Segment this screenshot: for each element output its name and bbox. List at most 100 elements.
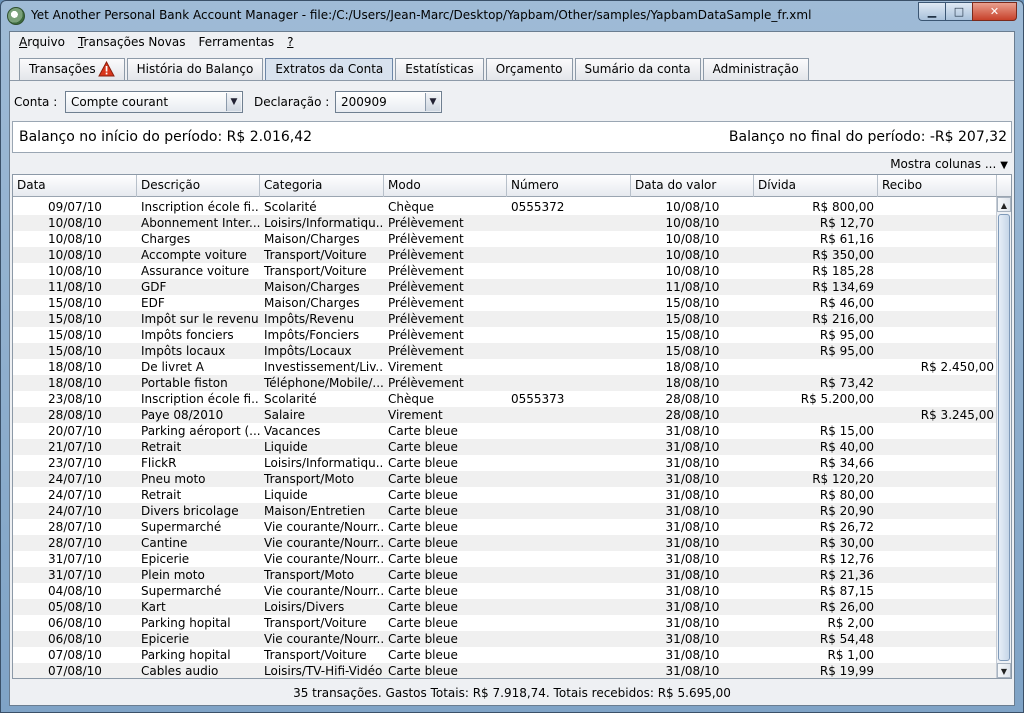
tab-transacoes[interactable]: Transações [19,58,125,80]
table-row[interactable]: 18/08/10 Portable fiston Téléphone/Mobile/… [13,375,998,391]
table-row[interactable]: 28/07/10 Supermarché Vie courante/Nourr...… [13,519,998,535]
header-col-data-do-valor[interactable]: Data do valor [631,175,754,197]
cell-numero [507,423,631,439]
table-row[interactable]: 21/07/10 Retrait Liquide Carte bleue 31/08/1… [13,439,998,455]
table-row[interactable]: 05/08/10 Kart Loisirs/Divers Carte bleue 31/… [13,599,998,615]
header-col-categoria[interactable]: Categoria [260,175,384,197]
table-row[interactable]: 15/08/10 Impôts locaux Impôts/Locaux Prélèv… [13,343,998,359]
table-row[interactable]: 10/08/10 Assurance voiture Transport/Voitu… [13,263,998,279]
scrollbar-thumb[interactable] [998,214,1010,661]
table-header-corner [996,175,1011,197]
table-row[interactable]: 10/08/10 Accompte voiture Transport/Voitur… [13,247,998,263]
cell-data: 07/08/10 [48,648,102,662]
table-row[interactable]: 07/08/10 Cables audio Loisirs/TV-Hifi-Vidé… [13,663,998,678]
table-row[interactable]: 15/08/10 EDF Maison/Charges Prélèvement 15/0… [13,295,998,311]
client-area: Arquivo Transações Novas Ferramentas ? T… [9,31,1015,706]
chevron-down-icon[interactable]: ▼ [425,93,440,111]
table-row[interactable]: 15/08/10 Impôt sur le revenu Impôts/Revenu… [13,311,998,327]
cell-modo: Carte bleue [388,600,458,614]
table-row[interactable]: 31/07/10 Plein moto Transport/Moto Carte bl… [13,567,998,583]
scroll-down-icon[interactable]: ▼ [997,663,1011,678]
cell-modo: Prélèvement [388,312,464,326]
cell-modo: Carte bleue [388,440,458,454]
table-row[interactable]: 04/08/10 Supermarché Vie courante/Nourr...… [13,583,998,599]
menu-arquivo[interactable]: Arquivo [10,32,69,54]
header-col-data[interactable]: Data [13,175,137,197]
chevron-down-icon[interactable]: ▼ [226,93,241,111]
table-row[interactable]: 24/07/10 Retrait Liquide Carte bleue 31/08/1… [13,487,998,503]
show-columns-button[interactable]: Mostra colunas ... ▼ [890,157,1008,171]
table-row[interactable]: 31/07/10 Epicerie Vie courante/Nourr... Car… [13,551,998,567]
scroll-up-icon[interactable]: ▲ [997,197,1011,212]
cell-data: 24/07/10 [48,504,102,518]
cell-recibo [878,583,998,599]
cell-numero [507,439,631,455]
tab-orcamento[interactable]: Orçamento [485,58,573,80]
table-row[interactable]: 06/08/10 Parking hopital Transport/Voiture… [13,615,998,631]
cell-data-do-valor: 31/08/10 [665,536,720,550]
table-row[interactable]: 20/07/10 Parking aéroport (... Vacances Car… [13,423,998,439]
cell-categoria: Impôts/Revenu [264,312,355,326]
table-row[interactable]: 07/08/10 Parking hopital Transport/Voiture… [13,647,998,663]
cell-recibo [878,375,998,391]
account-select[interactable]: Compte courant ▼ [65,91,243,113]
cell-numero: 0555373 [511,392,565,406]
cell-categoria: Vie courante/Nourr... [264,520,384,534]
cell-numero [507,327,631,343]
table-row[interactable]: 11/08/10 GDF Maison/Charges Prélèvement 11/0… [13,279,998,295]
cell-numero [507,535,631,551]
minimize-button[interactable]: ▁ [918,2,945,21]
header-col-divida[interactable]: Dívida [754,175,878,197]
table-row[interactable]: 15/08/10 Impôts fonciers Impôts/Fonciers Pr… [13,327,998,343]
table-row[interactable]: 28/07/10 Cantine Vie courante/Nourr... Cart… [13,535,998,551]
cell-modo: Prélèvement [388,248,464,262]
tab-historia-do-balanco[interactable]: História do Balanço [126,58,264,80]
maximize-button[interactable]: □ [945,2,972,21]
cell-divida: R$ 12,70 [819,216,874,230]
cell-data: 09/07/10 [48,200,102,214]
table-row[interactable]: 10/08/10 Charges Maison/Charges Prélèvement… [13,231,998,247]
cell-descricao: De livret A [141,360,204,374]
vertical-scrollbar[interactable]: ▲ ▼ [996,197,1011,678]
cell-descricao: Cantine [141,536,188,550]
cell-data-do-valor: 18/08/10 [665,360,720,374]
tab-sumario-da-conta[interactable]: Sumário da conta [574,58,701,80]
title-bar[interactable]: Yet Another Personal Bank Account Manage… [1,1,1023,31]
status-bar: 35 transações. Gastos Totais: R$ 7.918,7… [293,686,731,700]
close-button[interactable]: ✕ [972,2,1017,21]
tab-administracao[interactable]: Administração [702,58,809,80]
tab-estatisticas[interactable]: Estatísticas [395,58,484,80]
window-title: Yet Another Personal Bank Account Manage… [31,8,812,22]
app-logo-icon[interactable] [7,7,25,25]
statement-select[interactable]: 200909 ▼ [335,91,442,113]
cell-descricao: Parking hopital [141,616,231,630]
table-row[interactable]: 09/07/10 Inscription école fi... Scolarité… [13,199,998,215]
cell-modo: Chèque [388,392,434,406]
cell-numero [507,231,631,247]
table-row[interactable]: 28/08/10 Paye 08/2010 Salaire Virement 28/08… [13,407,998,423]
cell-numero [507,647,631,663]
table-row[interactable]: 18/08/10 De livret A Investissement/Liv...… [13,359,998,375]
table-row[interactable]: 23/07/10 FlickR Loisirs/Informatiqu... Cart… [13,455,998,471]
header-col-descricao[interactable]: Descrição [137,175,260,197]
table-row[interactable]: 23/08/10 Inscription école fi... Scolarité… [13,391,998,407]
header-col-modo[interactable]: Modo [384,175,507,197]
menu-transacoes-novas[interactable]: Transações Novas [69,32,190,54]
table-row[interactable]: 24/07/10 Divers bricolage Maison/Entretien… [13,503,998,519]
table-row[interactable]: 24/07/10 Pneu moto Transport/Moto Carte ble… [13,471,998,487]
cell-data-do-valor: 11/08/10 [665,280,720,294]
cell-modo: Carte bleue [388,632,458,646]
table-row[interactable]: 06/08/10 Epicerie Vie courante/Nourr... Car… [13,631,998,647]
header-col-recibo[interactable]: Recibo [878,175,998,197]
cell-modo: Carte bleue [388,648,458,662]
menu-help[interactable]: ? [278,32,297,54]
end-balance: Balanço no final do período: -R$ 207,32 [728,129,1007,145]
tab-extratos-da-conta[interactable]: Extratos da Conta [265,58,394,80]
header-col-numero[interactable]: Número [507,175,631,197]
menu-ferramentas[interactable]: Ferramentas [189,32,278,54]
table-row[interactable]: 10/08/10 Abonnement Inter... Loisirs/Infor… [13,215,998,231]
cell-divida: R$ 30,00 [819,536,874,550]
cell-data-do-valor: 18/08/10 [665,376,720,390]
cell-descricao: Retrait [141,488,182,502]
cell-descricao: Paye 08/2010 [141,408,224,422]
